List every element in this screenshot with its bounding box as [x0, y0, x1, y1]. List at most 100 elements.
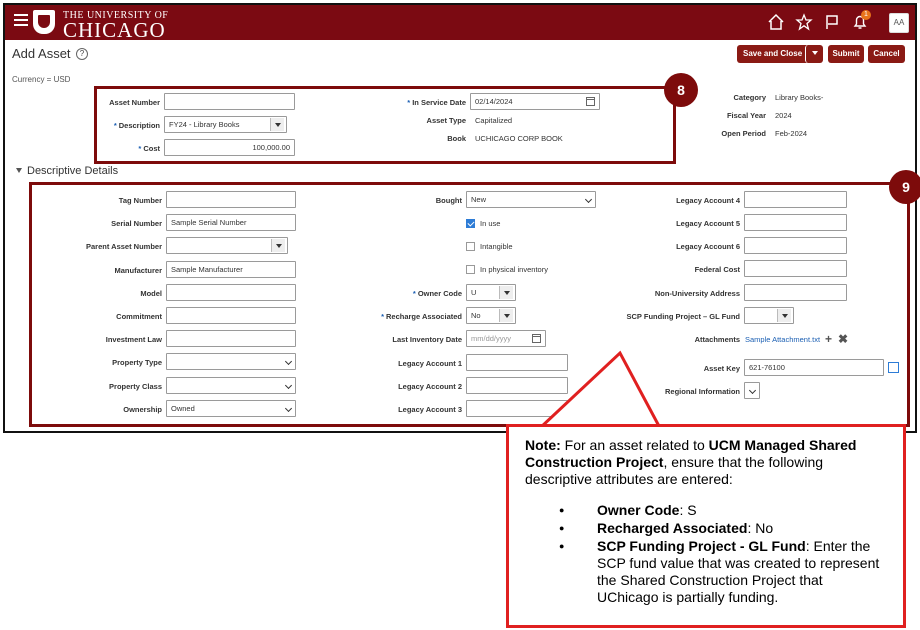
collapse-triangle-icon: [16, 168, 22, 173]
intangible-label: Intangible: [480, 242, 513, 251]
asset-key-lookup-icon[interactable]: [888, 362, 899, 373]
chevron-down-icon: [284, 357, 293, 366]
chevron-down-icon: [584, 195, 593, 204]
last-inventory-date-input[interactable]: mm/dd/yyyy: [466, 330, 546, 347]
top-header-bar: THE UNIVERSITY OF CHICAGO 1 AA: [5, 5, 915, 42]
remove-attachment-icon[interactable]: ✖: [838, 333, 848, 345]
commitment-label: Commitment: [116, 312, 162, 321]
dropdown-arrow-icon: [777, 309, 791, 322]
callout-item: Owner Code: S: [559, 502, 887, 519]
ownership-select[interactable]: Owned: [166, 400, 296, 417]
asset-type-label: Asset Type: [426, 116, 466, 125]
property-type-label: Property Type: [112, 358, 162, 367]
scp-funding-project-select[interactable]: [744, 307, 794, 324]
physical-inventory-checkbox[interactable]: [466, 265, 475, 274]
federal-cost-label: Federal Cost: [694, 265, 740, 274]
calendar-icon[interactable]: [586, 97, 595, 106]
investment-law-input[interactable]: [166, 330, 296, 347]
in-use-checkbox[interactable]: [466, 219, 475, 228]
in-service-date-input[interactable]: 02/14/2024: [470, 93, 600, 110]
dropdown-arrow-icon: [499, 286, 513, 299]
serial-number-label: Serial Number: [111, 219, 162, 228]
description-label: * Description: [113, 121, 160, 130]
callout-pointer: [538, 350, 662, 430]
asset-number-label: Asset Number: [109, 98, 160, 107]
book-value: UCHICAGO CORP BOOK: [475, 134, 563, 143]
cost-label: * Cost: [138, 144, 160, 153]
model-label: Model: [140, 289, 162, 298]
chevron-down-icon: [748, 386, 757, 395]
add-attachment-icon[interactable]: +: [825, 333, 832, 345]
flag-icon[interactable]: [823, 13, 841, 31]
descriptive-details-header[interactable]: Descriptive Details: [16, 165, 118, 177]
federal-cost-input[interactable]: [744, 260, 847, 277]
cancel-button[interactable]: Cancel: [868, 45, 905, 63]
attachments-label: Attachments: [694, 335, 740, 344]
calendar-icon[interactable]: [532, 334, 541, 343]
chevron-down-icon: [811, 51, 818, 55]
chevron-down-icon: [284, 381, 293, 390]
legacy-account-5-input[interactable]: [744, 214, 847, 231]
cost-input[interactable]: 100,000.00: [164, 139, 295, 156]
description-select[interactable]: FY24 - Library Books: [164, 116, 287, 133]
asset-key-input[interactable]: 621-76100: [744, 359, 884, 376]
owner-code-select[interactable]: U: [466, 284, 516, 301]
serial-number-input[interactable]: Sample Serial Number: [166, 214, 296, 231]
asset-type-value: Capitalized: [475, 116, 513, 125]
notification-count-badge: 1: [861, 10, 871, 20]
help-icon[interactable]: ?: [76, 48, 88, 60]
notifications-bell-icon[interactable]: 1: [851, 10, 871, 31]
parent-asset-number-select[interactable]: [166, 237, 288, 254]
property-class-label: Property Class: [109, 382, 162, 391]
callout-intro: Note: For an asset related to UCM Manage…: [525, 437, 857, 487]
legacy-account-4-input[interactable]: [744, 191, 847, 208]
owner-code-label: * Owner Code: [412, 289, 462, 298]
callout-item: Recharged Associated: No: [559, 520, 887, 537]
tag-number-input[interactable]: [166, 191, 296, 208]
non-university-address-label: Non-University Address: [654, 289, 740, 298]
ownership-label: Ownership: [123, 405, 162, 414]
in-use-label: In use: [480, 219, 501, 228]
currency-label: Currency = USD: [12, 75, 71, 84]
book-label: Book: [447, 134, 466, 143]
dropdown-arrow-icon: [270, 118, 284, 131]
legacy-account-6-input[interactable]: [744, 237, 847, 254]
category-label: Category: [733, 93, 766, 102]
intangible-checkbox[interactable]: [466, 242, 475, 251]
property-class-select[interactable]: [166, 377, 296, 394]
user-avatar[interactable]: AA: [889, 13, 909, 33]
bought-select[interactable]: New: [466, 191, 596, 208]
page-title: Add Asset: [12, 46, 71, 61]
legacy-account-5-label: Legacy Account 5: [676, 219, 740, 228]
legacy-account-4-label: Legacy Account 4: [676, 196, 740, 205]
recharge-associated-select[interactable]: No: [466, 307, 516, 324]
legacy-account-2-label: Legacy Account 2: [398, 382, 462, 391]
menu-icon[interactable]: [14, 14, 28, 26]
asset-number-input[interactable]: [164, 93, 295, 110]
home-icon[interactable]: [767, 13, 785, 31]
page-root: THE UNIVERSITY OF CHICAGO 1 AA Add Asset…: [0, 0, 920, 630]
scp-funding-project-label: SCP Funding Project – GL Fund: [626, 312, 740, 321]
manufacturer-input[interactable]: Sample Manufacturer: [166, 261, 296, 278]
legacy-account-6-label: Legacy Account 6: [676, 242, 740, 251]
note-callout: Note: For an asset related to UCM Manage…: [506, 424, 906, 628]
fiscal-year-value: 2024: [775, 111, 792, 120]
non-university-address-input[interactable]: [744, 284, 847, 301]
commitment-input[interactable]: [166, 307, 296, 324]
property-type-select[interactable]: [166, 353, 296, 370]
submit-button[interactable]: Submit: [828, 45, 864, 63]
university-shield-logo: [33, 10, 55, 34]
physical-inventory-label: In physical inventory: [480, 265, 548, 274]
attachment-link[interactable]: Sample Attachment.txt: [745, 335, 820, 344]
star-icon[interactable]: [795, 13, 813, 31]
save-and-close-button[interactable]: Save and Close: [737, 45, 809, 63]
chevron-down-icon: [284, 404, 293, 413]
logo-line2: CHICAGO: [63, 18, 166, 42]
investment-law-label: Investment Law: [105, 335, 162, 344]
model-input[interactable]: [166, 284, 296, 301]
legacy-account-3-label: Legacy Account 3: [398, 405, 462, 414]
regional-information-select[interactable]: [744, 382, 760, 399]
manufacturer-label: Manufacturer: [114, 266, 162, 275]
tag-number-label: Tag Number: [118, 196, 162, 205]
save-options-dropdown[interactable]: [805, 45, 823, 63]
